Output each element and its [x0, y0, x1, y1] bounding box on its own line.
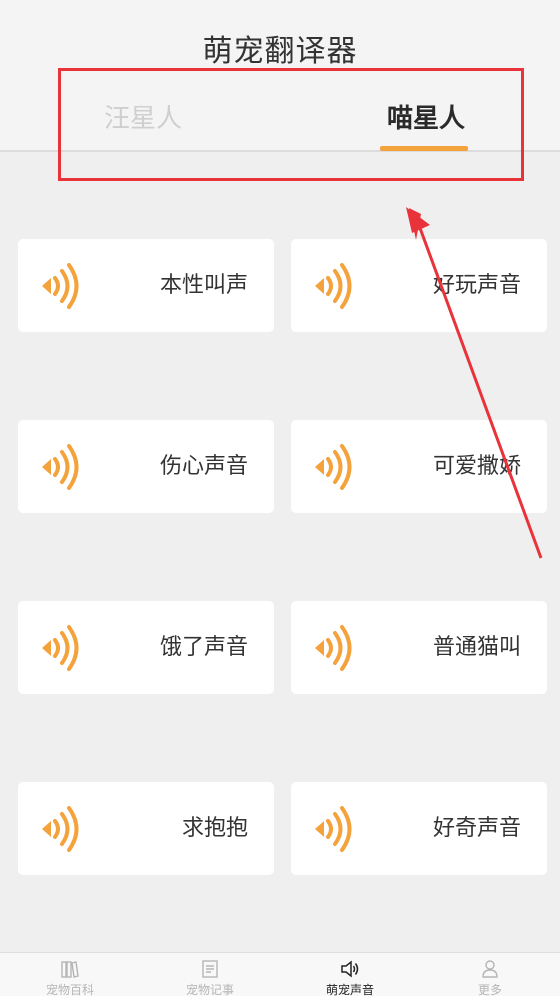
- nav-label: 萌宠声音: [325, 983, 374, 996]
- sound-card-normal-meow[interactable]: 普通猫叫: [291, 601, 547, 694]
- sound-card-curious[interactable]: 好奇声音: [291, 782, 547, 875]
- sound-card-instinct[interactable]: 本性叫声: [18, 239, 274, 332]
- sound-label: 普通猫叫: [432, 635, 521, 660]
- app-screen: 萌宠翻译器 汪星人 喵星人 本性叫声 好玩声音 伤心声音 可爱撒娇 饿了声音 普…: [0, 0, 560, 996]
- person-icon: [482, 960, 498, 978]
- nav-item-pet-encyclopedia[interactable]: 宠物百科: [0, 953, 140, 996]
- tab-cat[interactable]: 喵星人: [387, 98, 465, 135]
- sound-label: 饿了声音: [159, 635, 248, 660]
- active-tab-indicator: [380, 146, 468, 151]
- sound-label: 求抱抱: [181, 816, 248, 841]
- speaker-icon: [341, 960, 359, 978]
- sound-card-hungry[interactable]: 饿了声音: [18, 601, 274, 694]
- bottom-nav: 宠物百科 宠物记事 萌宠声音 更多: [0, 952, 560, 996]
- tab-dog[interactable]: 汪星人: [104, 98, 182, 135]
- sound-label: 本性叫声: [159, 273, 248, 298]
- nav-item-pet-notes[interactable]: 宠物记事: [140, 953, 280, 996]
- nav-item-pet-sounds[interactable]: 萌宠声音: [280, 953, 420, 996]
- sound-wave-icon: [42, 444, 79, 490]
- page-title: 萌宠翻译器: [202, 34, 358, 69]
- sound-label: 好玩声音: [432, 273, 521, 298]
- sound-label: 好奇声音: [432, 816, 521, 841]
- sound-card-sad[interactable]: 伤心声音: [18, 420, 274, 513]
- notebook-icon: [202, 960, 218, 978]
- sound-wave-icon: [42, 806, 79, 852]
- sound-wave-icon: [315, 625, 352, 671]
- sound-card-hug[interactable]: 求抱抱: [18, 782, 274, 875]
- nav-label: 宠物记事: [185, 983, 234, 996]
- sound-wave-icon: [42, 625, 79, 671]
- nav-label: 更多: [477, 983, 502, 996]
- nav-item-more[interactable]: 更多: [420, 953, 560, 996]
- sound-card-cute[interactable]: 可爱撒娇: [291, 420, 547, 513]
- sound-wave-icon: [42, 263, 79, 309]
- sound-label: 可爱撒娇: [432, 454, 521, 479]
- sound-wave-icon: [315, 263, 352, 309]
- sound-card-playful[interactable]: 好玩声音: [291, 239, 547, 332]
- books-icon: [61, 961, 79, 978]
- sound-label: 伤心声音: [159, 454, 248, 479]
- header: 萌宠翻译器 汪星人 喵星人: [0, 0, 560, 152]
- sound-wave-icon: [315, 444, 352, 490]
- nav-label: 宠物百科: [45, 983, 94, 996]
- sound-wave-icon: [315, 806, 352, 852]
